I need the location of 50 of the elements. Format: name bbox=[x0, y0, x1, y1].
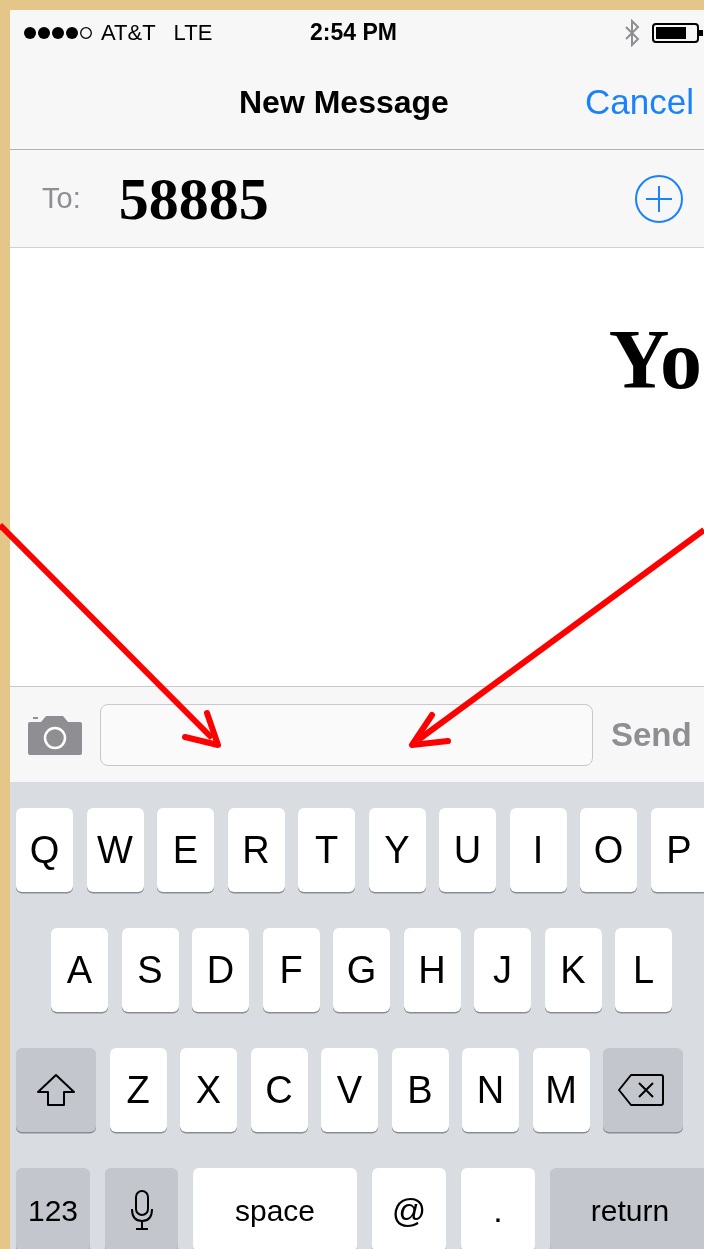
battery-icon bbox=[652, 21, 704, 44]
letter-key[interactable]: I bbox=[509, 808, 567, 892]
letter-key[interactable]: C bbox=[250, 1048, 308, 1132]
letter-key[interactable]: G bbox=[333, 928, 390, 1012]
letter-key[interactable]: K bbox=[544, 928, 602, 1012]
recipient-number: 58885 bbox=[118, 168, 269, 229]
screen-title: New Message bbox=[239, 83, 449, 122]
shift-icon bbox=[35, 1072, 77, 1108]
return-key[interactable]: return bbox=[550, 1168, 704, 1249]
letter-key[interactable]: Z bbox=[109, 1048, 167, 1132]
to-label: To: bbox=[42, 181, 81, 216]
delete-key[interactable] bbox=[603, 1048, 683, 1132]
letter-key[interactable]: M bbox=[532, 1048, 590, 1132]
letter-key[interactable]: W bbox=[86, 808, 144, 892]
overlay-caption: Yo bbox=[608, 318, 702, 402]
letter-key[interactable]: F bbox=[262, 928, 320, 1012]
letter-key[interactable]: V bbox=[321, 1048, 378, 1132]
numbers-key[interactable]: 123 bbox=[16, 1168, 90, 1249]
letter-key[interactable]: S bbox=[121, 928, 179, 1012]
letter-key[interactable]: J bbox=[474, 928, 531, 1012]
status-time: 2:54 PM bbox=[310, 18, 397, 48]
letter-key[interactable]: A bbox=[51, 928, 108, 1012]
letter-key[interactable]: R bbox=[227, 808, 285, 892]
letter-key[interactable]: U bbox=[439, 808, 496, 892]
letter-key[interactable]: Q bbox=[16, 808, 73, 892]
message-field[interactable] bbox=[100, 703, 593, 766]
microphone-icon bbox=[129, 1189, 154, 1231]
space-key[interactable]: space bbox=[193, 1168, 357, 1249]
camera-icon[interactable] bbox=[27, 713, 83, 756]
letter-key[interactable]: E bbox=[157, 808, 214, 892]
letter-key[interactable]: H bbox=[403, 928, 461, 1012]
backspace-icon bbox=[617, 1073, 665, 1107]
letter-key[interactable]: P bbox=[650, 808, 704, 892]
shift-key[interactable] bbox=[16, 1048, 96, 1132]
letter-key[interactable]: N bbox=[462, 1048, 519, 1132]
carrier-name: AT&T bbox=[101, 19, 156, 47]
letter-key[interactable]: L bbox=[615, 928, 672, 1012]
symbol-key[interactable]: @ bbox=[372, 1168, 446, 1249]
letter-key[interactable]: D bbox=[192, 928, 249, 1012]
letter-key[interactable]: X bbox=[180, 1048, 237, 1132]
letter-key[interactable]: B bbox=[391, 1048, 449, 1132]
bluetooth-icon bbox=[624, 18, 640, 47]
symbol-key[interactable]: . bbox=[461, 1168, 535, 1249]
signal-icon bbox=[23, 24, 95, 41]
letter-key[interactable]: O bbox=[580, 808, 637, 892]
network-type: LTE bbox=[173, 19, 213, 47]
microphone-key[interactable] bbox=[105, 1168, 178, 1249]
letter-key[interactable]: T bbox=[298, 808, 355, 892]
letter-key[interactable]: Y bbox=[368, 808, 426, 892]
add-contact-icon[interactable] bbox=[634, 173, 684, 224]
